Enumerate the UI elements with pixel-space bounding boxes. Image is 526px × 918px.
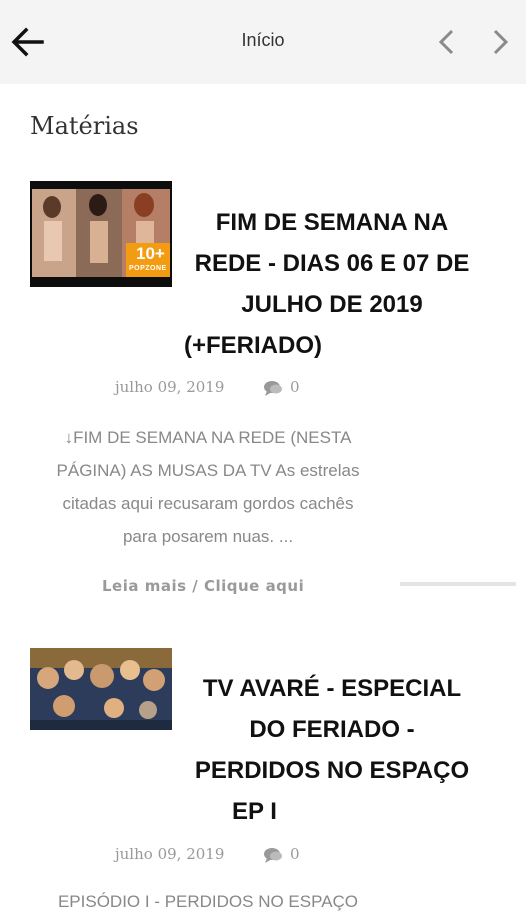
- post-date: julho 09, 2019: [115, 845, 225, 863]
- post-title[interactable]: TV AVARÉ - ESPECIAL DO FERIADO - PERDIDO…: [180, 668, 484, 791]
- post-title-line[interactable]: EP I: [232, 791, 277, 832]
- top-app-bar: Início: [0, 0, 526, 84]
- excerpt-line: ↓FIM DE SEMANA NA REDE (NESTA: [64, 428, 352, 447]
- thumbnail-image: [30, 648, 172, 730]
- comment-count: 0: [290, 378, 300, 396]
- post-thumbnail[interactable]: [30, 648, 172, 730]
- chevron-left-icon: [438, 29, 454, 55]
- thumbnail-badge-subtitle: POPZONE: [129, 265, 167, 272]
- read-more-link[interactable]: Leia mais / Clique aqui: [102, 577, 304, 595]
- excerpt-line: EPISÓDIO I - PERDIDOS NO ESPAÇO: [57, 892, 359, 911]
- post-date: julho 09, 2019: [115, 378, 225, 396]
- excerpt-line: para posarem nuas. ...: [122, 527, 294, 546]
- post-meta: julho 09, 2019 0: [0, 843, 526, 867]
- post-title-line: TV AVARÉ - ESPECIAL: [202, 675, 462, 702]
- post-title-line: JULHO DE 2019: [241, 291, 423, 318]
- excerpt-line: PÁGINA) AS MUSAS DA TV As estrelas: [56, 461, 360, 480]
- post-excerpt: ↓FIM DE SEMANA NA REDE (NESTA PÁGINA) AS…: [28, 421, 388, 553]
- next-button[interactable]: [486, 26, 516, 58]
- post-title-line[interactable]: (+FERIADO): [184, 325, 322, 366]
- post-title-line: PERDIDOS NO ESPAÇO: [194, 757, 470, 784]
- comment-icon: [264, 381, 282, 396]
- post-thumbnail[interactable]: 10+ POPZONE: [30, 181, 172, 287]
- chevron-right-icon: [493, 29, 509, 55]
- comment-icon: [264, 848, 282, 863]
- post-title-line: REDE - DIAS 06 E 07 DE: [194, 250, 470, 277]
- thumbnail-badge: 10+: [136, 244, 165, 263]
- post-title-line: DO FERIADO -: [249, 716, 415, 743]
- divider: [400, 582, 516, 586]
- excerpt-line: citadas aqui recusaram gordos cachês: [62, 494, 354, 513]
- comment-count: 0: [290, 845, 300, 863]
- post-title[interactable]: FIM DE SEMANA NA REDE - DIAS 06 E 07 DE …: [180, 202, 484, 325]
- previous-button[interactable]: [432, 26, 462, 58]
- post-excerpt: EPISÓDIO I - PERDIDOS NO ESPAÇO: [28, 885, 388, 918]
- post-title-line: FIM DE SEMANA NA: [215, 209, 449, 236]
- post-meta: julho 09, 2019 0: [0, 376, 526, 400]
- section-title: Matérias: [30, 112, 139, 140]
